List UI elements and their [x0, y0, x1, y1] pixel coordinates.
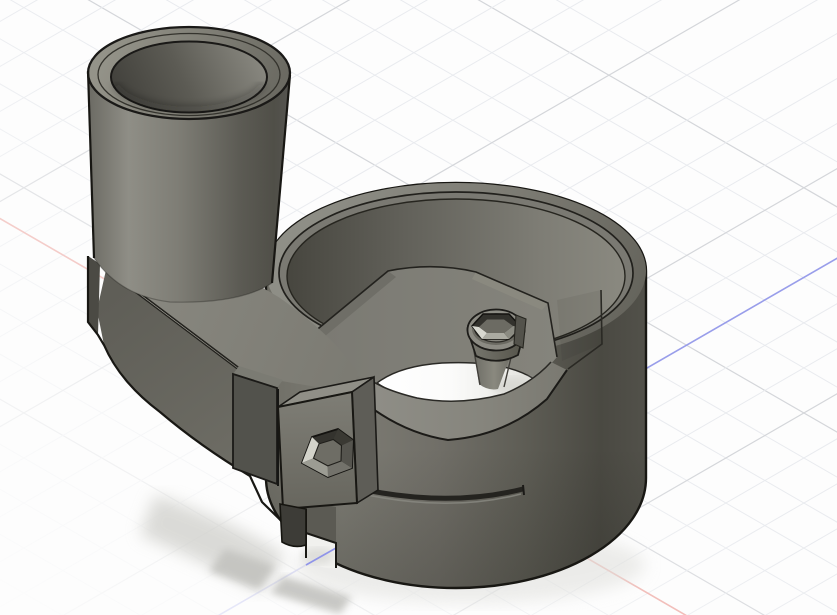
- cylindrical-boss[interactable]: [88, 27, 290, 302]
- scene-canvas[interactable]: [0, 0, 837, 615]
- cad-viewport[interactable]: [0, 0, 837, 615]
- hex-socket-screw[interactable]: [468, 310, 527, 361]
- rear-ear-front[interactable]: [233, 374, 277, 484]
- rear-clamp-ear[interactable]: [233, 366, 283, 486]
- slit-end-cap: [523, 485, 524, 495]
- ear-lower-leg: [280, 504, 306, 546]
